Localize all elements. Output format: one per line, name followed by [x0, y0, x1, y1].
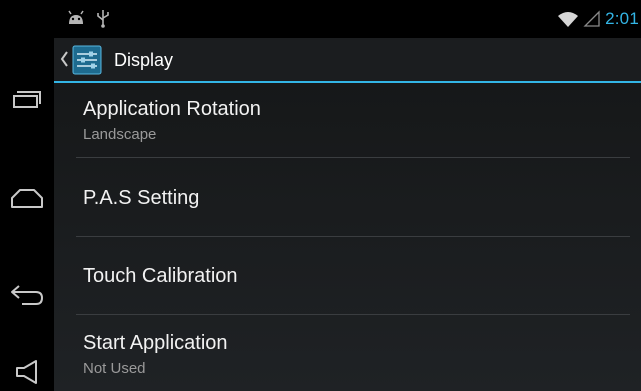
setting-title: Application Rotation [83, 98, 261, 120]
setting-summary: Landscape [83, 126, 157, 143]
recent-apps-button[interactable] [0, 78, 54, 122]
setting-title: Start Application [83, 332, 228, 354]
notification-icons [66, 8, 110, 28]
status-bar: 2:01 [54, 0, 641, 38]
back-button[interactable] [0, 272, 54, 316]
setting-touch-calibration[interactable]: Touch Calibration [54, 237, 641, 315]
setting-summary: Not Used [83, 360, 146, 377]
android-notification-icon [68, 10, 84, 24]
volume-icon [16, 360, 37, 384]
back-icon [11, 285, 44, 305]
home-icon [11, 189, 43, 208]
android-screen: 2:01 Display Application Rotation Landsc… [0, 0, 641, 391]
home-button[interactable] [0, 176, 54, 220]
signal-icon [583, 10, 600, 27]
usb-icon [97, 10, 109, 28]
wifi-icon [558, 12, 579, 27]
setting-title: P.A.S Setting [83, 187, 200, 209]
setting-application-rotation[interactable]: Application Rotation Landscape [54, 83, 641, 158]
page-title: Display [114, 50, 174, 70]
setting-title: Touch Calibration [83, 265, 238, 287]
up-caret-icon[interactable] [60, 50, 68, 68]
volume-button[interactable] [0, 350, 54, 391]
action-bar: Display [54, 38, 641, 83]
setting-start-application[interactable]: Start Application Not Used [54, 315, 641, 391]
recent-apps-icon [13, 91, 41, 108]
clock: 2:01 [605, 9, 639, 28]
setting-pas[interactable]: P.A.S Setting [54, 158, 641, 236]
navigation-bar [0, 0, 54, 391]
settings-list: Application Rotation Landscape P.A.S Set… [54, 83, 641, 391]
system-status: 2:01 [557, 9, 639, 29]
display-settings-icon[interactable] [72, 45, 102, 75]
